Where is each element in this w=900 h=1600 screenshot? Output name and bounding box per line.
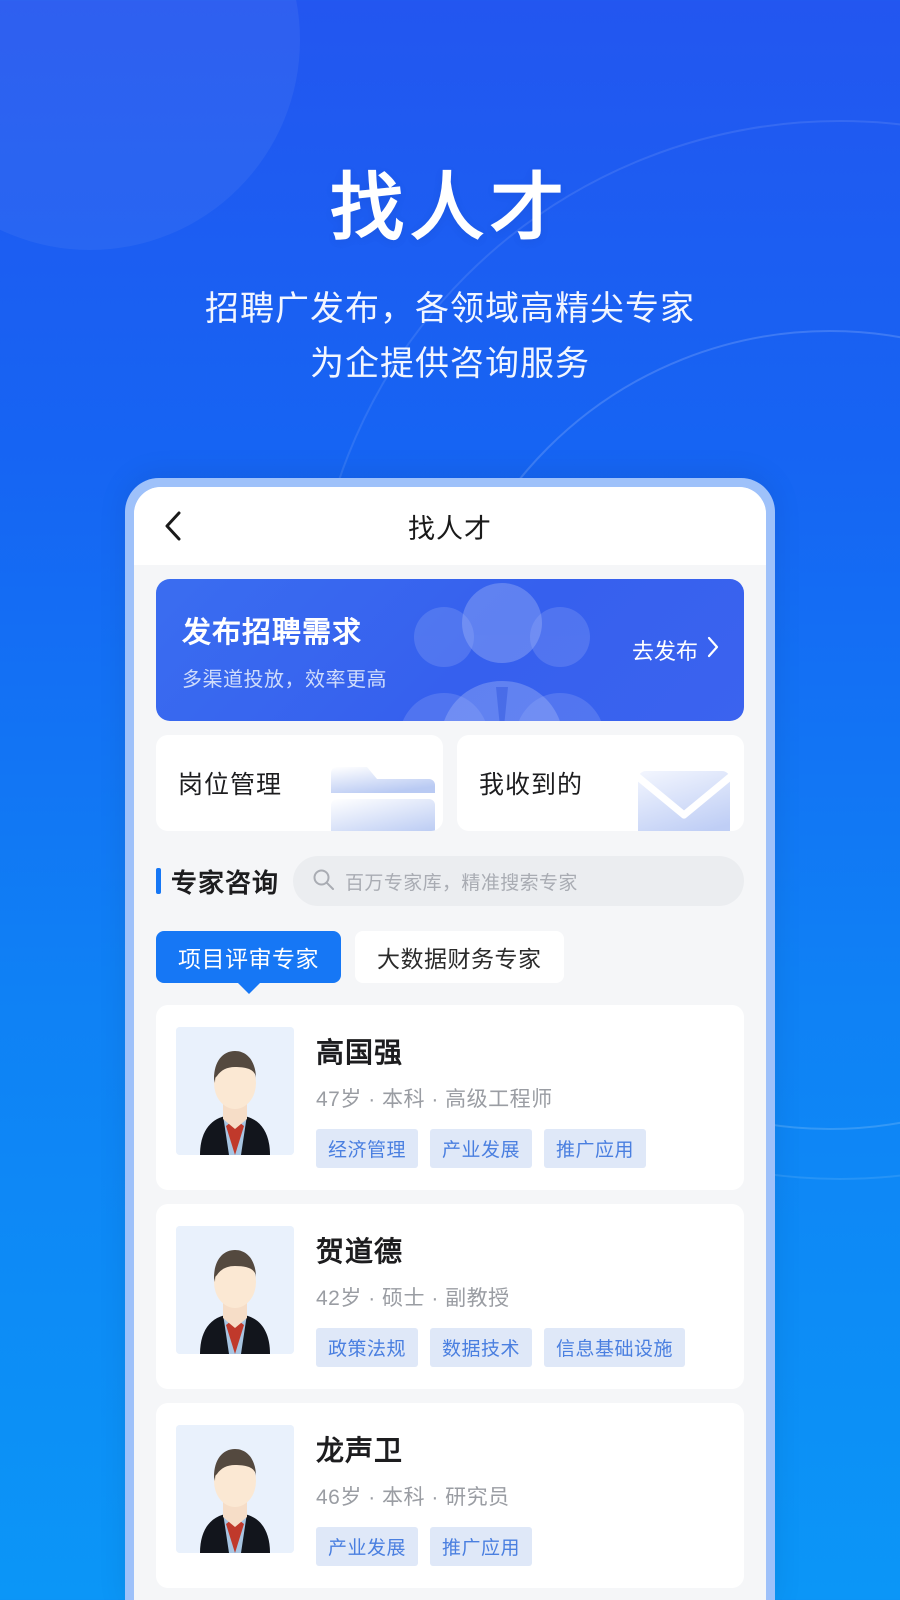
page-title: 找人才 [330,166,570,249]
expert-tag[interactable]: 经济管理 [316,1129,419,1168]
avatar [176,1226,294,1354]
expert-tag[interactable]: 数据技术 [430,1328,533,1367]
expert-info: 高国强 47岁 · 本科 · 高级工程师 经济管理 产业发展 推广应用 [316,1027,722,1168]
search-placeholder-text: 百万专家库，精准搜索专家 [345,872,578,894]
hero-subtitle: 招聘广发布，各领域高精尖专家 为企提供咨询服务 [0,282,900,392]
expert-meta: 42岁 · 硕士 · 副教授 [316,1287,510,1310]
phone-mockup-frame: 找人才 发布招聘需求 多渠道投放，效率更高 去发布 岗位管理 我收到的 专家咨询… [125,478,775,1600]
chevron-left-icon [163,510,183,542]
quick-actions-row: 岗位管理 我收到的 [156,735,744,831]
envelope-icon [630,759,738,831]
banner-subtitle: 多渠道投放，效率更高 [182,668,387,691]
app-navbar: 找人才 [134,487,766,565]
expert-tag[interactable]: 产业发展 [316,1527,419,1566]
expert-tag[interactable]: 产业发展 [430,1129,533,1168]
quick-card-label: 岗位管理 [178,771,283,799]
section-title-label: 专家咨询 [171,867,280,898]
banner-title: 发布招聘需求 [182,616,363,649]
section-accent-bar [156,868,161,894]
chevron-right-icon [706,636,720,664]
expert-tag[interactable]: 推广应用 [544,1129,647,1168]
expert-list-item[interactable]: 高国强 47岁 · 本科 · 高级工程师 经济管理 产业发展 推广应用 [156,1005,744,1190]
expert-category-tabs: 项目评审专家 大数据财务专家 [156,931,744,983]
go-publish-label: 去发布 [631,639,698,664]
tab-label: 项目评审专家 [178,946,319,972]
avatar [176,1027,294,1155]
navbar-title: 找人才 [408,513,492,544]
go-publish-button[interactable]: 去发布 [632,634,720,666]
quick-card-job-management[interactable]: 岗位管理 [156,735,443,831]
back-button[interactable] [156,509,190,543]
tab-bigdata-finance-expert[interactable]: 大数据财务专家 [355,931,564,983]
banner-text-block: 发布招聘需求 多渠道投放，效率更高 [182,609,387,692]
hero-section: 找人才 招聘广发布，各领域高精尖专家 为企提供咨询服务 [0,0,900,392]
expert-search-input[interactable]: 百万专家库，精准搜索专家 [293,856,744,906]
avatar [176,1425,294,1553]
expert-tag[interactable]: 信息基础设施 [544,1328,686,1367]
tab-project-review-expert[interactable]: 项目评审专家 [156,931,341,983]
expert-tags: 政策法规 数据技术 信息基础设施 [316,1328,722,1367]
expert-list: 高国强 47岁 · 本科 · 高级工程师 经济管理 产业发展 推广应用 贺道德 … [156,1005,744,1600]
hero-subtitle-line-2: 为企提供咨询服务 [310,344,590,383]
expert-list-item[interactable]: 龙声卫 46岁 · 本科 · 研究员 产业发展 推广应用 [156,1403,744,1588]
expert-list-item[interactable]: 贺道德 42岁 · 硕士 · 副教授 政策法规 数据技术 信息基础设施 [156,1204,744,1389]
folder-icon [329,759,437,831]
quick-card-received[interactable]: 我收到的 [457,735,744,831]
expert-info: 贺道德 42岁 · 硕士 · 副教授 政策法规 数据技术 信息基础设施 [316,1226,722,1367]
expert-tags: 产业发展 推广应用 [316,1527,722,1566]
search-icon [311,867,335,896]
section-title-group: 专家咨询 [156,863,279,900]
people-group-icon [392,579,612,721]
expert-meta: 46岁 · 本科 · 研究员 [316,1486,510,1509]
tab-label: 大数据财务专家 [377,946,542,972]
expert-tag[interactable]: 推广应用 [430,1527,533,1566]
expert-consult-section-header: 专家咨询 百万专家库，精准搜索专家 [156,853,744,909]
expert-name: 高国强 [316,1037,404,1068]
expert-tag[interactable]: 政策法规 [316,1328,419,1367]
expert-info: 龙声卫 46岁 · 本科 · 研究员 产业发展 推广应用 [316,1425,722,1566]
expert-tags: 经济管理 产业发展 推广应用 [316,1129,722,1168]
hero-subtitle-line-1: 招聘广发布，各领域高精尖专家 [205,289,695,328]
publish-recruitment-banner[interactable]: 发布招聘需求 多渠道投放，效率更高 去发布 [156,579,744,721]
expert-name: 贺道德 [316,1236,404,1267]
screen-content: 发布招聘需求 多渠道投放，效率更高 去发布 岗位管理 我收到的 专家咨询 百万专… [134,565,766,1600]
quick-card-label: 我收到的 [479,771,584,799]
phone-screen: 找人才 发布招聘需求 多渠道投放，效率更高 去发布 岗位管理 我收到的 专家咨询… [134,487,766,1600]
expert-meta: 47岁 · 本科 · 高级工程师 [316,1088,553,1111]
expert-name: 龙声卫 [316,1435,404,1466]
